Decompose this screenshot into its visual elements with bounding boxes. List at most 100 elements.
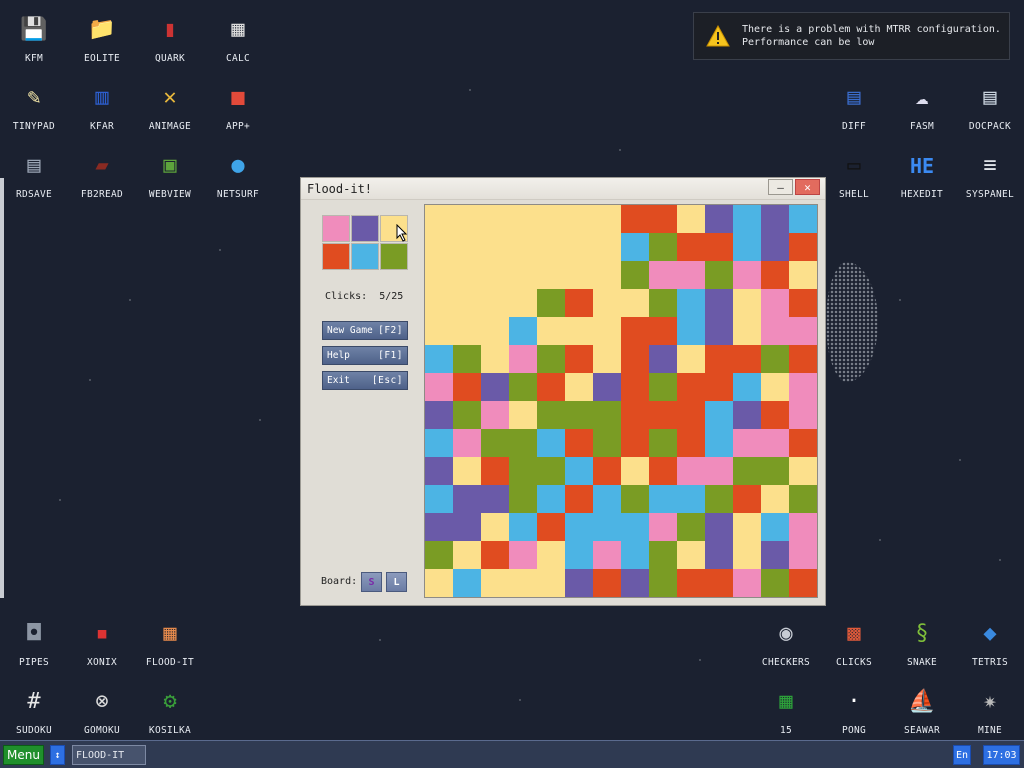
board-cell [649, 569, 677, 597]
desktop-icon-kfm[interactable]: 💾 KFM [0, 5, 68, 71]
new-game-button[interactable]: New Game [F2] [322, 321, 408, 340]
exit-label: Exit [327, 375, 350, 386]
desktop-icon-tetris[interactable]: ◆ TETRIS [956, 609, 1024, 675]
mouse-cursor-icon [396, 224, 408, 242]
board-cell [593, 513, 621, 541]
desktop-icon-label: MINE [977, 725, 1003, 736]
palette-color-0[interactable] [322, 215, 350, 242]
help-button[interactable]: Help [F1] [322, 346, 408, 365]
board-cell [453, 485, 481, 513]
window-titlebar[interactable]: Flood-it! – ✕ [301, 178, 825, 200]
desktop-icon-shell[interactable]: ▭ SHELL [820, 141, 888, 207]
board-cell [705, 569, 733, 597]
board-cell [705, 345, 733, 373]
taskbar-item-flood-it[interactable]: FLOOD-IT [72, 745, 146, 765]
board-cell [453, 429, 481, 457]
palette-color-1[interactable] [351, 215, 379, 242]
diff-icon: ▤ [847, 85, 861, 110]
board-cell [565, 289, 593, 317]
desktop-edge-panel [0, 178, 4, 598]
board-cell [621, 541, 649, 569]
board-cell [789, 233, 817, 261]
desktop-icon-pong[interactable]: · PONG [820, 677, 888, 743]
desktop-icon-seawar[interactable]: ⛵ SEAWAR [888, 677, 956, 743]
board-cell [537, 513, 565, 541]
palette-color-5[interactable] [380, 243, 408, 270]
palette-color-4[interactable] [351, 243, 379, 270]
board-small-button[interactable]: S [361, 572, 382, 592]
desktop-icon-eolite[interactable]: 📁 EOLITE [68, 5, 136, 71]
desktop-icon-label: PONG [841, 725, 867, 736]
desktop-icon-label: NETSURF [216, 189, 260, 200]
desktop-icon-netsurf[interactable]: ● NETSURF [204, 141, 272, 207]
desktop-icon-webview[interactable]: ▣ WEBVIEW [136, 141, 204, 207]
board-large-button[interactable]: L [386, 572, 407, 592]
desktop-icon-calc[interactable]: ▦ CALC [204, 5, 272, 71]
warning-icon [706, 25, 730, 47]
desktop-icon-animage[interactable]: ✕ ANIMAGE [136, 73, 204, 139]
desktop-icon-fb2read[interactable]: ▰ FB2READ [68, 141, 136, 207]
task-switch-button[interactable]: ↕ [50, 745, 65, 765]
desktop-icon-snake[interactable]: § SNAKE [888, 609, 956, 675]
clock[interactable]: 17:03 [983, 745, 1020, 765]
board-cell [481, 373, 509, 401]
desktop-icon-kosilka[interactable]: ⚙ KOSILKA [136, 677, 204, 743]
board-cell [677, 289, 705, 317]
board-cell [425, 289, 453, 317]
desktop-icon-quark[interactable]: ▮ QUARK [136, 5, 204, 71]
desktop-icon-rdsave[interactable]: ▤ RDSAVE [0, 141, 68, 207]
desktop-icon-label: SNAKE [906, 657, 938, 668]
desktop-icon-gomoku[interactable]: ⊗ GOMOKU [68, 677, 136, 743]
desktop-icon-tinypad[interactable]: ✎ TINYPAD [0, 73, 68, 139]
close-icon: ✕ [804, 180, 811, 194]
board-cell [593, 289, 621, 317]
board-cell [761, 457, 789, 485]
clicks-counter: Clicks: 5/25 [325, 291, 403, 302]
desktop-icon-kfar[interactable]: ▥ KFAR [68, 73, 136, 139]
board-cell [593, 317, 621, 345]
desktop-icon-label: SHELL [838, 189, 870, 200]
board-cell [537, 429, 565, 457]
exit-button[interactable]: Exit [Esc] [322, 371, 408, 390]
desktop-icon-sudoku[interactable]: # SUDOKU [0, 677, 68, 743]
board-cell [677, 541, 705, 569]
board-cell [453, 233, 481, 261]
desktop-icon-mine[interactable]: ✷ MINE [956, 677, 1024, 743]
board-cell [453, 261, 481, 289]
language-indicator[interactable]: En [953, 745, 971, 765]
desktop-icon-checkers[interactable]: ◉ CHECKERS [752, 609, 820, 675]
desktop-icon-app-[interactable]: ■ APP+ [204, 73, 272, 139]
close-button[interactable]: ✕ [795, 179, 820, 195]
desktop-icon-syspanel[interactable]: ≡ SYSPANEL [956, 141, 1024, 207]
taskbar: Menu ↕ FLOOD-IT En 17:03 [0, 740, 1024, 768]
desktop-icon-diff[interactable]: ▤ DIFF [820, 73, 888, 139]
board-cell [509, 541, 537, 569]
help-label: Help [327, 350, 350, 361]
desktop-icon-label: XONIX [86, 657, 118, 668]
desktop-icon-label: KOSILKA [148, 725, 192, 736]
desktop-icon-clicks[interactable]: ▩ CLICKS [820, 609, 888, 675]
board-cell [593, 401, 621, 429]
desktop-icon-hexedit[interactable]: HE HEXEDIT [888, 141, 956, 207]
desktop-icon-xonix[interactable]: ▪ XONIX [68, 609, 136, 675]
desktop-icon-label: FB2READ [80, 189, 124, 200]
desktop-icon-15[interactable]: ▦ 15 [752, 677, 820, 743]
board-cell [593, 233, 621, 261]
board-cell [593, 345, 621, 373]
palette-color-3[interactable] [322, 243, 350, 270]
system-notification[interactable]: There is a problem with MTRR configurati… [693, 12, 1010, 60]
desktop-icon-label: RDSAVE [15, 189, 53, 200]
desktop-icon-docpack[interactable]: ▤ DOCPACK [956, 73, 1024, 139]
board-cell [761, 513, 789, 541]
color-grid-icon: ▦ [163, 621, 177, 646]
board-cell [621, 513, 649, 541]
menu-button[interactable]: Menu [3, 745, 44, 765]
notepad-icon: ✎ [27, 85, 41, 110]
board-cell [761, 317, 789, 345]
desktop-icon-fasm[interactable]: ☁ FASM [888, 73, 956, 139]
game-board[interactable] [424, 204, 818, 598]
board-cell [481, 289, 509, 317]
desktop-icon-flood-it[interactable]: ▦ FLOOD-IT [136, 609, 204, 675]
desktop-icon-pipes[interactable]: ◘ PIPES [0, 609, 68, 675]
minimize-button[interactable]: – [768, 179, 793, 195]
